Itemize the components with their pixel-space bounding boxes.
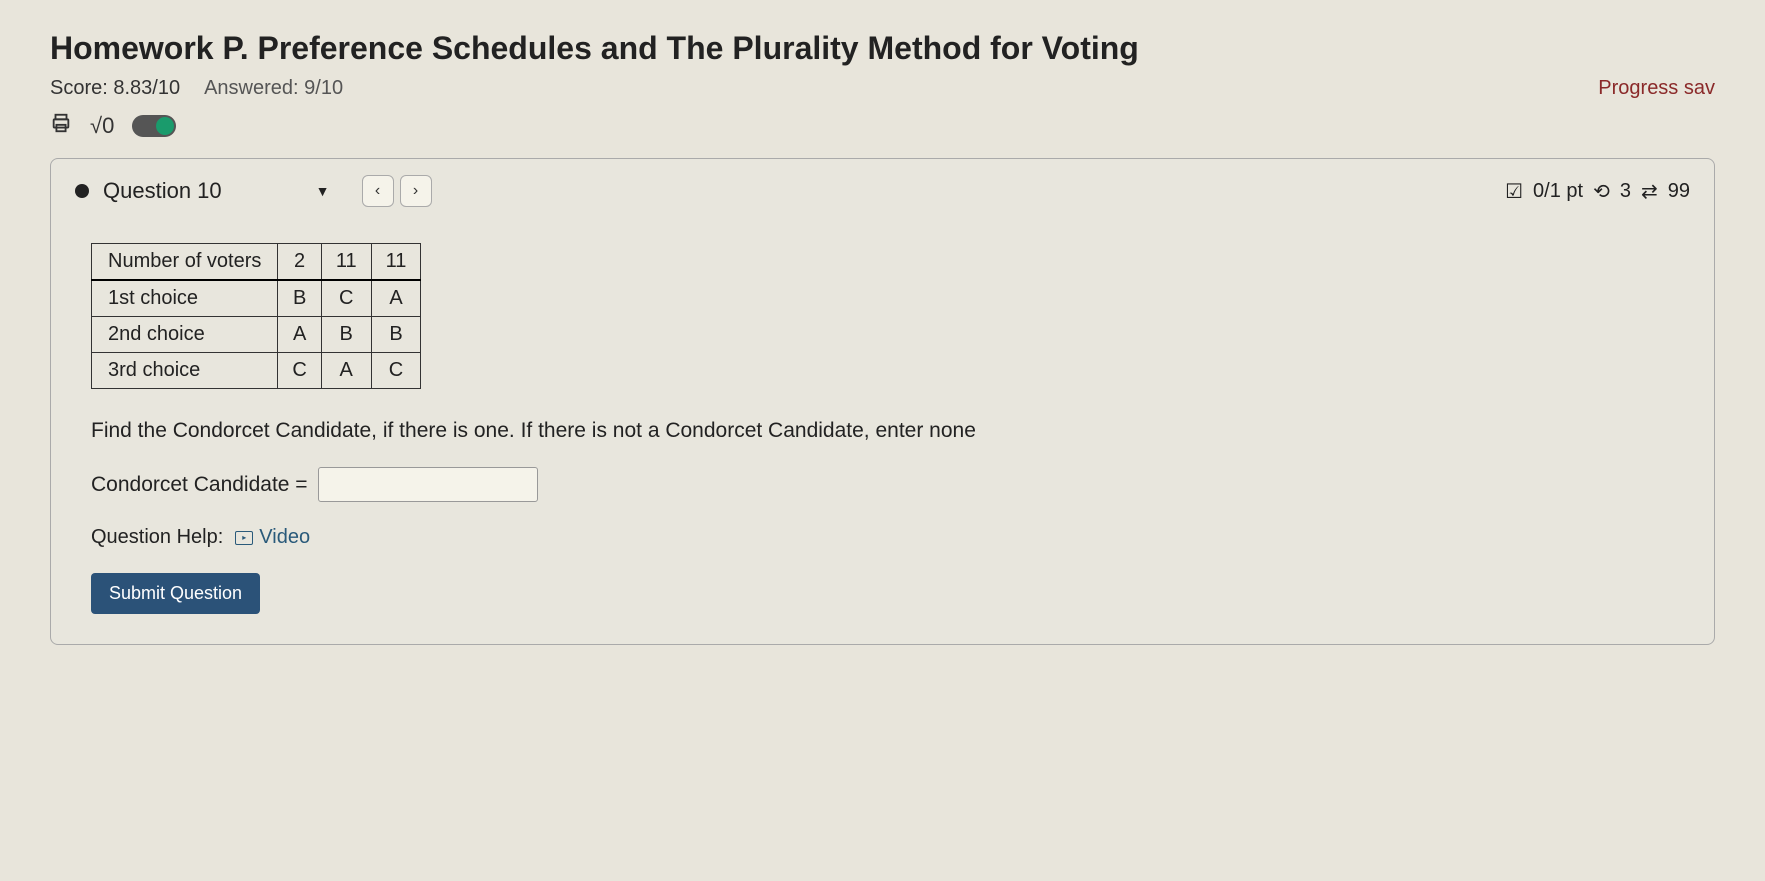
question-body: Number of voters 2 11 11 1st choice B C …: [51, 223, 1714, 644]
table-cell: C: [321, 280, 371, 317]
chevron-down-icon[interactable]: ▼: [316, 183, 330, 199]
table-cell: A: [278, 317, 321, 353]
question-header: Question 10 ▼ ‹ › ☑ 0/1 pt ⟲ 3 ⇄ 99: [51, 159, 1714, 223]
question-number-label[interactable]: Question 10: [103, 178, 222, 204]
question-points: ☑ 0/1 pt ⟲ 3 ⇄ 99: [1505, 179, 1690, 204]
table-row: 2nd choice A B B: [92, 317, 421, 353]
table-cell: C: [371, 353, 421, 389]
help-label: Question Help:: [91, 526, 223, 549]
table-row-label: 3rd choice: [92, 353, 278, 389]
table-cell: B: [321, 317, 371, 353]
sqrt-icon[interactable]: √0: [90, 113, 114, 139]
preference-table: Number of voters 2 11 11 1st choice B C …: [91, 243, 421, 389]
submit-button[interactable]: Submit Question: [91, 573, 260, 614]
score-row: Score: 8.83/10 Answered: 9/10 Progress s…: [50, 77, 1715, 100]
table-cell: B: [278, 280, 321, 317]
checkbox-icon: ☑: [1505, 179, 1523, 204]
retry-icon: ⟲: [1593, 179, 1610, 204]
progress-saved-label: Progress sav: [1598, 77, 1715, 100]
answered-label: Answered: 9/10: [204, 77, 343, 100]
answer-label: Condorcet Candidate =: [91, 473, 308, 497]
video-help-link[interactable]: ▸ Video: [235, 526, 310, 549]
score-label: Score: 8.83/10: [50, 77, 180, 100]
table-header-label: Number of voters: [92, 244, 278, 281]
condorcet-input[interactable]: [318, 467, 538, 502]
table-col-0: 2: [278, 244, 321, 281]
table-cell: A: [321, 353, 371, 389]
video-icon: ▸: [235, 531, 253, 545]
refresh-icon: ⇄: [1641, 179, 1658, 204]
points-label: 0/1 pt: [1533, 180, 1583, 203]
page-title: Homework P. Preference Schedules and The…: [50, 30, 1715, 67]
question-status-dot: [75, 184, 89, 198]
table-cell: B: [371, 317, 421, 353]
table-row: 3rd choice C A C: [92, 353, 421, 389]
table-cell: A: [371, 280, 421, 317]
table-row: 1st choice B C A: [92, 280, 421, 317]
next-question-button[interactable]: ›: [400, 175, 432, 207]
question-prompt: Find the Condorcet Candidate, if there i…: [91, 419, 1674, 443]
attempts-count: 3: [1620, 180, 1631, 203]
table-row-label: 1st choice: [92, 280, 278, 317]
page-header: Homework P. Preference Schedules and The…: [50, 30, 1715, 140]
table-col-2: 11: [371, 244, 421, 281]
table-header-row: Number of voters 2 11 11: [92, 244, 421, 281]
table-row-label: 2nd choice: [92, 317, 278, 353]
tries-count: 99: [1668, 180, 1690, 203]
help-row: Question Help: ▸ Video: [91, 526, 1674, 549]
toolbar: √0: [50, 112, 1715, 140]
video-label: Video: [259, 526, 310, 549]
math-toggle[interactable]: [132, 115, 176, 137]
table-col-1: 11: [321, 244, 371, 281]
print-icon[interactable]: [50, 112, 72, 140]
prev-question-button[interactable]: ‹: [362, 175, 394, 207]
table-cell: C: [278, 353, 321, 389]
answer-row: Condorcet Candidate =: [91, 467, 1674, 502]
question-card: Question 10 ▼ ‹ › ☑ 0/1 pt ⟲ 3 ⇄ 99 Numb…: [50, 158, 1715, 645]
